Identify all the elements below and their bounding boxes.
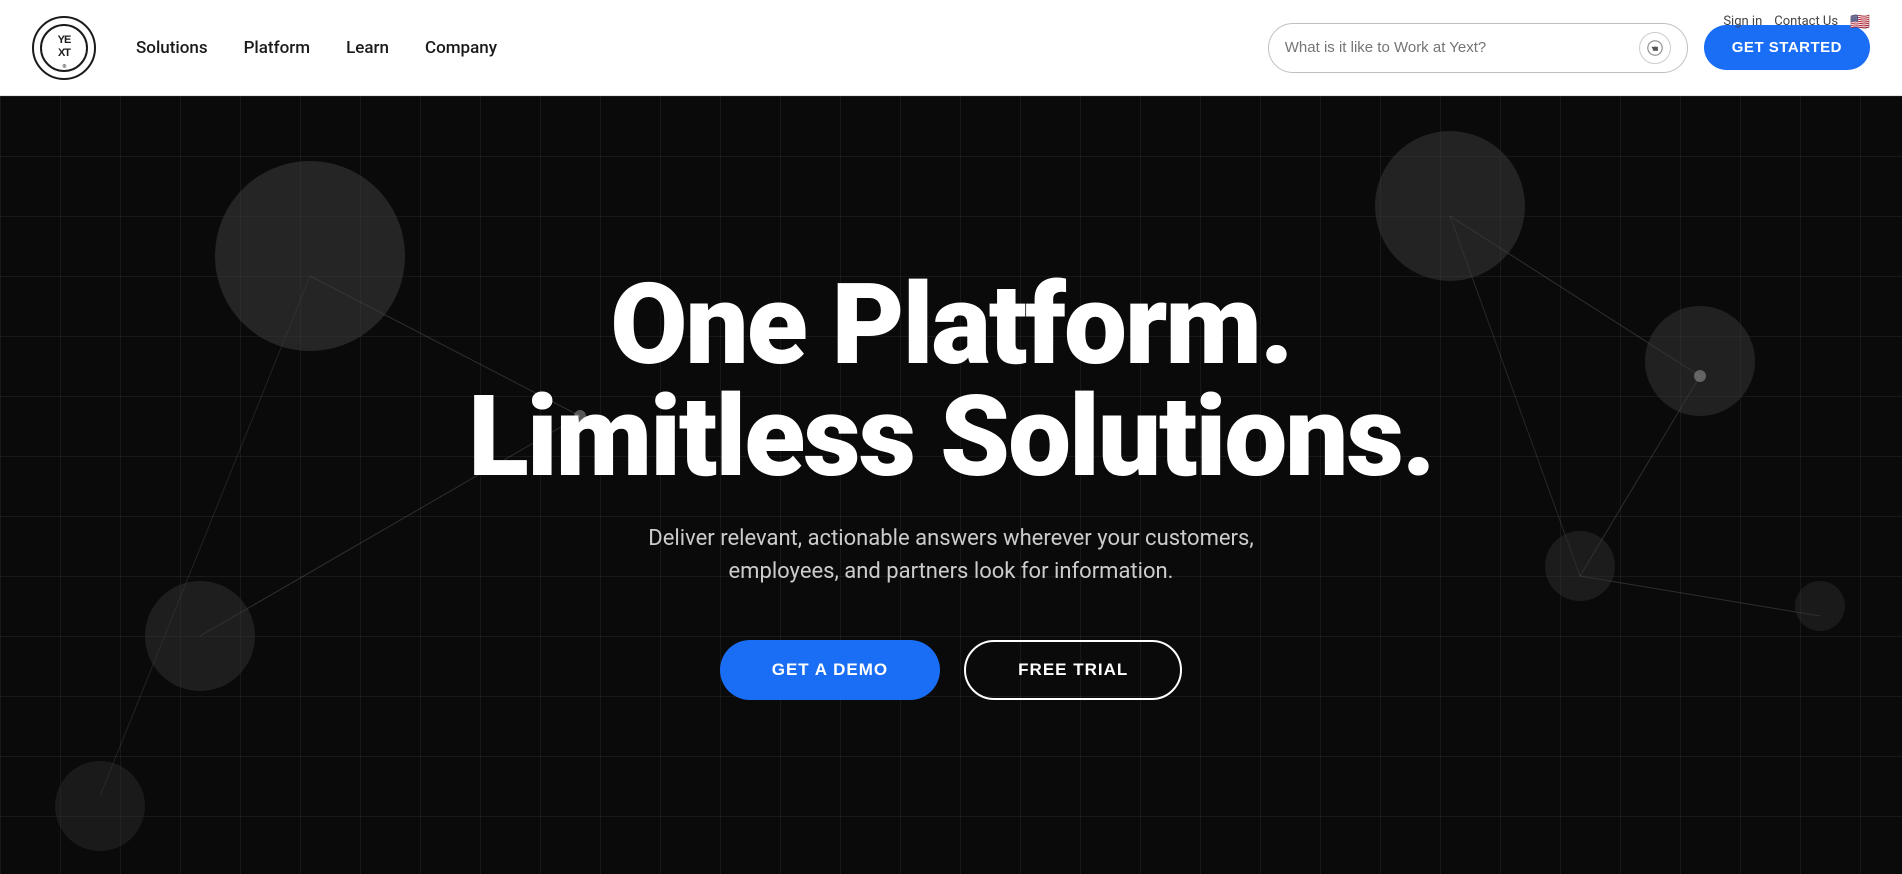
navbar: Sign in Contact Us 🇺🇸 YE XT ® Solutions … xyxy=(0,0,1902,96)
svg-text:XT: XT xyxy=(58,47,71,59)
nav-links: Solutions Platform Learn Company xyxy=(136,38,1268,58)
nav-learn[interactable]: Learn xyxy=(346,38,389,58)
hero-subtext: Deliver relevant, actionable answers whe… xyxy=(601,522,1301,588)
hero-content: One Platform. Limitless Solutions. Deliv… xyxy=(428,270,1474,700)
hero-headline: One Platform. Limitless Solutions. xyxy=(468,270,1434,494)
search-icon-button[interactable]: YE xyxy=(1639,32,1671,64)
yext-logo-svg: YE XT ® xyxy=(39,23,89,73)
logo[interactable]: YE XT ® xyxy=(32,16,96,80)
get-demo-button[interactable]: GET A DEMO xyxy=(720,640,940,700)
svg-text:YE: YE xyxy=(1652,46,1657,50)
search-bar: YE xyxy=(1268,23,1688,73)
svg-text:YE: YE xyxy=(58,34,71,46)
nav-company[interactable]: Company xyxy=(425,38,497,58)
nav-solutions[interactable]: Solutions xyxy=(136,38,208,58)
search-input[interactable] xyxy=(1285,39,1629,56)
logo-circle: YE XT ® xyxy=(32,16,96,80)
yext-search-icon: YE xyxy=(1646,39,1664,57)
hero-section: One Platform. Limitless Solutions. Deliv… xyxy=(0,96,1902,874)
free-trial-button[interactable]: FREE TRIAL xyxy=(964,640,1182,700)
svg-text:®: ® xyxy=(63,63,67,70)
hero-headline-line2: Limitless Solutions. xyxy=(468,372,1434,503)
nav-platform[interactable]: Platform xyxy=(244,38,310,58)
contact-us-link[interactable]: Contact Us xyxy=(1774,14,1838,29)
hero-buttons: GET A DEMO FREE TRIAL xyxy=(468,640,1434,700)
topbar-links: Sign in Contact Us 🇺🇸 xyxy=(1723,12,1870,31)
flag-icon: 🇺🇸 xyxy=(1850,12,1870,31)
get-started-button[interactable]: GET STARTED xyxy=(1704,25,1870,70)
sign-in-link[interactable]: Sign in xyxy=(1723,14,1762,29)
